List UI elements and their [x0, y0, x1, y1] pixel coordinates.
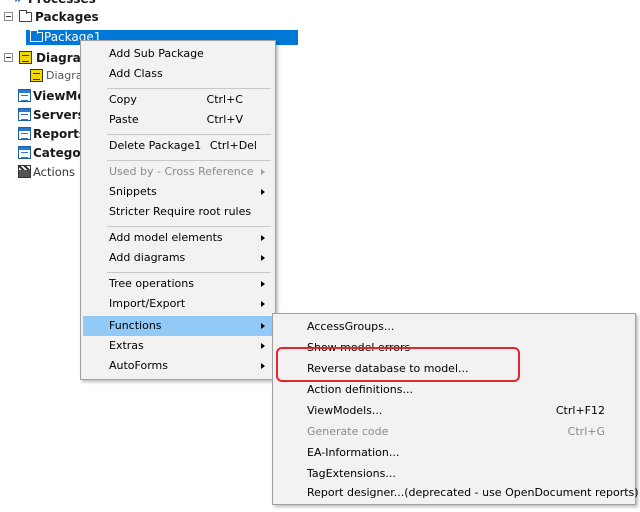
window-icon — [18, 89, 31, 102]
menu-separator — [107, 88, 271, 89]
menu-item-shortcut: Ctrl+Del — [209, 139, 257, 152]
submenu-arrow-icon — [261, 189, 265, 195]
menu-item-shortcut: Ctrl+V — [206, 113, 243, 126]
menu-item-ea-information[interactable]: EA-Information... — [275, 443, 633, 463]
submenu-arrow-icon — [261, 363, 265, 369]
menu-separator — [107, 160, 271, 161]
menu-item-label: Copy — [109, 93, 137, 106]
menu-item-label: Add Sub Package — [109, 47, 204, 60]
menu-item-add-sub-package[interactable]: Add Sub Package — [83, 44, 273, 64]
collapse-icon[interactable] — [4, 53, 13, 62]
menu-item-access-groups[interactable]: AccessGroups... — [275, 317, 633, 337]
menu-item-import-export[interactable]: Import/Export — [83, 294, 273, 314]
window-icon — [18, 127, 31, 140]
menu-item-label: Functions — [109, 319, 162, 332]
functions-submenu: AccessGroups... Show model errors Revers… — [272, 313, 639, 505]
submenu-arrow-icon — [261, 235, 265, 241]
menu-separator — [107, 134, 271, 135]
menu-item-shortcut: Ctrl+F12 — [555, 404, 605, 417]
menu-item-label: TagExtensions... — [307, 467, 396, 480]
window-icon — [18, 146, 31, 159]
submenu-arrow-icon — [261, 343, 265, 349]
menu-item-label: Tree operations — [109, 277, 194, 290]
menu-item-stricter[interactable]: Stricter Require root rules — [83, 202, 273, 222]
menu-item-extras[interactable]: Extras — [83, 336, 273, 356]
menu-item-label: Extras — [109, 339, 144, 352]
menu-item-label: Stricter Require root rules — [109, 205, 252, 218]
annotation-highlight-box — [276, 347, 520, 382]
menu-item-action-definitions[interactable]: Action definitions... — [275, 380, 633, 400]
processes-icon: » — [14, 0, 22, 8]
tree-node-label: Packages — [35, 10, 99, 24]
menu-item-snippets[interactable]: Snippets — [83, 182, 273, 202]
menu-item-label: AutoForms — [109, 359, 168, 372]
menu-separator — [107, 272, 271, 273]
menu-item-label: Delete Package1 — [109, 139, 202, 152]
menu-item-report-designer[interactable]: Report designer...(deprecated - use Open… — [275, 483, 639, 503]
menu-item-label: AccessGroups... — [307, 320, 395, 333]
menu-item-add-class[interactable]: Add Class — [83, 64, 273, 84]
menu-item-generate-code[interactable]: Generate code Ctrl+G — [275, 422, 633, 442]
menu-item-label: EA-Information... — [307, 446, 400, 459]
diagram-icon — [19, 51, 32, 64]
menu-item-autoforms[interactable]: AutoForms — [83, 356, 273, 376]
menu-item-label: Import/Export — [109, 297, 186, 310]
menu-item-label: Paste — [109, 113, 139, 126]
menu-item-delete[interactable]: Delete Package1 Ctrl+Del — [83, 136, 273, 156]
menu-item-add-model-elements[interactable]: Add model elements — [83, 228, 273, 248]
submenu-arrow-icon — [261, 169, 265, 175]
menu-separator — [107, 226, 271, 227]
tree-node-label: Processes — [28, 0, 96, 8]
menu-item-used-by[interactable]: Used by - Cross Reference — [83, 162, 273, 182]
context-menu: Add Sub Package Add Class Copy Ctrl+C Pa… — [80, 40, 276, 380]
menu-item-copy[interactable]: Copy Ctrl+C — [83, 90, 273, 110]
window-icon — [18, 108, 31, 121]
menu-item-shortcut: Ctrl+C — [206, 93, 243, 106]
menu-item-paste[interactable]: Paste Ctrl+V — [83, 110, 273, 130]
tree-node-label: Actions — [33, 165, 76, 179]
menu-item-label: Add model elements — [109, 231, 223, 244]
tree-node-label: Servers — [33, 108, 85, 122]
folder-icon — [30, 30, 43, 42]
menu-item-label: Action definitions... — [307, 383, 413, 396]
collapse-icon[interactable] — [4, 12, 13, 21]
folder-icon — [19, 10, 32, 22]
menu-item-label: Used by - Cross Reference — [109, 165, 254, 178]
menu-item-label: Add diagrams — [109, 251, 186, 264]
menu-item-shortcut: Ctrl+G — [567, 425, 605, 438]
menu-item-label: Snippets — [109, 185, 157, 198]
menu-item-add-diagrams[interactable]: Add diagrams — [83, 248, 273, 268]
menu-item-label: ViewModels... — [307, 404, 383, 417]
menu-item-functions[interactable]: Functions — [83, 316, 273, 336]
clapper-icon — [18, 165, 31, 178]
tree-node-label: Reports — [33, 127, 87, 141]
submenu-arrow-icon — [261, 255, 265, 261]
menu-item-label: Add Class — [109, 67, 163, 80]
menu-item-label: Report designer...(deprecated - use Open… — [307, 486, 639, 499]
menu-item-tree-operations[interactable]: Tree operations — [83, 274, 273, 294]
submenu-arrow-icon — [261, 281, 265, 287]
diagram-icon — [30, 69, 43, 82]
menu-item-tag-extensions[interactable]: TagExtensions... — [275, 464, 633, 484]
submenu-arrow-icon — [261, 301, 265, 307]
menu-item-viewmodels[interactable]: ViewModels... Ctrl+F12 — [275, 401, 633, 421]
submenu-arrow-icon — [261, 323, 265, 329]
menu-item-label: Generate code — [307, 425, 389, 438]
